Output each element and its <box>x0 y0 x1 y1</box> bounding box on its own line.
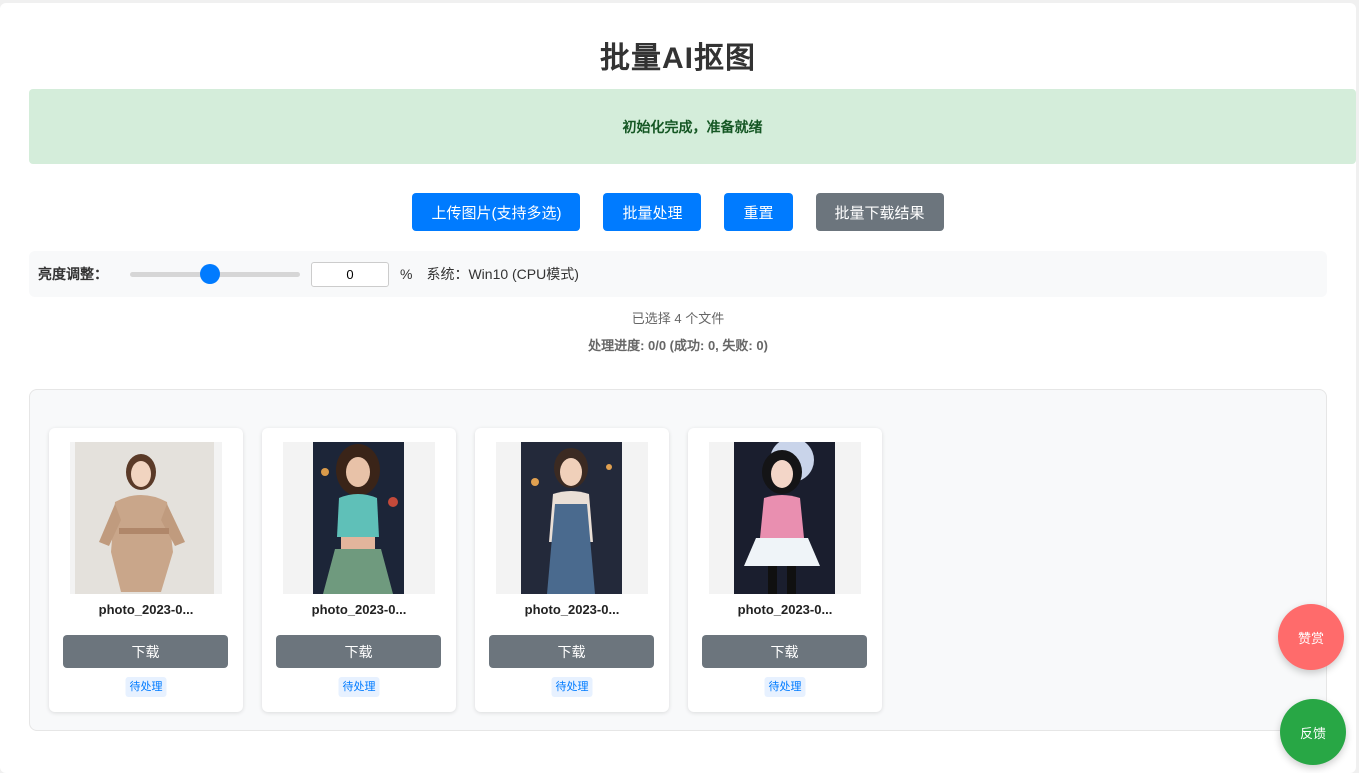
download-button[interactable]: 下载 <box>63 635 228 668</box>
image-thumbnail <box>709 442 861 594</box>
percent-unit: % <box>400 266 413 282</box>
file-name: photo_2023-0... <box>311 602 407 617</box>
status-text: 初始化完成，准备就绪 <box>622 118 763 135</box>
image-card: photo_2023-0... 下载 待处理 <box>49 428 243 712</box>
download-button[interactable]: 下载 <box>489 635 654 668</box>
feedback-button[interactable]: 反馈 <box>1280 699 1346 765</box>
controls-panel: 亮度调整： % 系统：Win10 (CPU模式) <box>29 251 1327 297</box>
download-button[interactable]: 下载 <box>276 635 441 668</box>
image-thumbnail <box>283 442 435 594</box>
image-card: photo_2023-0... 下载 待处理 <box>262 428 456 712</box>
brightness-slider[interactable] <box>130 263 300 284</box>
reward-label: 赞赏 <box>1297 630 1324 646</box>
image-gallery: photo_2023-0... 下载 待处理 photo_2023-0... 下… <box>29 389 1327 731</box>
brightness-input[interactable] <box>311 261 389 287</box>
progress-text: 处理进度: 0/0 (成功: 0, 失败: 0) <box>588 338 768 353</box>
page-title: 批量AI抠图 <box>600 42 756 75</box>
batch-process-button[interactable]: 批量处理 <box>603 193 702 231</box>
toolbar: 上传图片(支持多选) 批量处理 重置 批量下载结果 <box>0 193 1356 231</box>
upload-button[interactable]: 上传图片(支持多选) <box>412 193 581 231</box>
photo-image <box>521 442 622 594</box>
file-name: photo_2023-0... <box>737 602 833 617</box>
slider-thumb[interactable] <box>200 263 220 284</box>
photo-image <box>313 442 404 594</box>
image-thumbnail <box>70 442 222 594</box>
file-name: photo_2023-0... <box>98 602 194 617</box>
batch-download-button[interactable]: 批量下载结果 <box>815 193 944 231</box>
feedback-label: 反馈 <box>1299 725 1326 741</box>
reset-button[interactable]: 重置 <box>724 193 793 231</box>
image-thumbnail <box>496 442 648 594</box>
app-page: 批量AI抠图 初始化完成，准备就绪 上传图片(支持多选) 批量处理 重置 批量下… <box>0 3 1356 773</box>
download-button[interactable]: 下载 <box>702 635 867 668</box>
brightness-label: 亮度调整： <box>38 266 108 282</box>
status-message: 初始化完成，准备就绪 <box>29 89 1356 164</box>
image-card: photo_2023-0... 下载 待处理 <box>475 428 669 712</box>
status-badge: 待处理 <box>551 677 593 697</box>
file-name: photo_2023-0... <box>524 602 620 617</box>
photo-image <box>734 442 835 594</box>
status-badge: 待处理 <box>125 677 167 697</box>
status-badge: 待处理 <box>764 677 806 697</box>
system-info: 系统：Win10 (CPU模式) <box>426 266 579 282</box>
status-badge: 待处理 <box>338 677 380 697</box>
reward-button[interactable]: 赞赏 <box>1278 604 1344 670</box>
image-card: photo_2023-0... 下载 待处理 <box>688 428 882 712</box>
photo-image <box>75 442 214 594</box>
file-count: 已选择 4 个文件 <box>631 311 725 326</box>
